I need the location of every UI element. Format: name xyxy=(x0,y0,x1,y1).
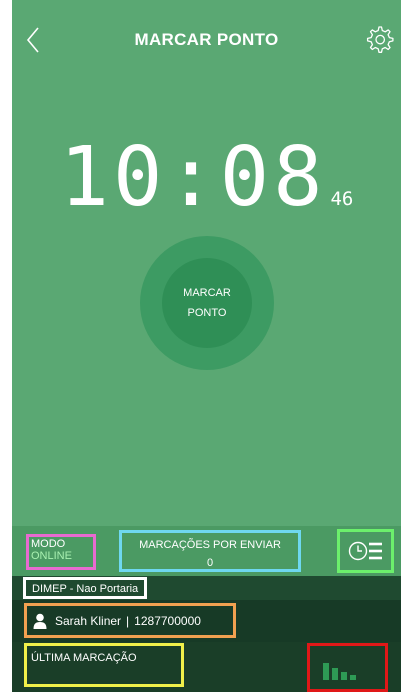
user-id: 1287700000 xyxy=(134,613,201,628)
last-punch-label: ÚLTIMA MARCAÇÃO xyxy=(31,652,137,664)
mode-label: MODO xyxy=(31,538,66,550)
clock-hours-minutes: 10:08 xyxy=(59,130,327,225)
history-button[interactable] xyxy=(337,529,394,573)
punch-button-label-line2: PONTO xyxy=(187,307,227,319)
digital-clock: 10:08 46 xyxy=(12,130,401,225)
header-bar: MARCAR PONTO xyxy=(12,0,401,72)
pending-label: MARCAÇÕES POR ENVIAR xyxy=(139,539,281,551)
user-name: Sarah Kliner xyxy=(55,613,122,628)
device-name: DIMEP - Nao Portaria xyxy=(23,577,148,599)
signal-indicator xyxy=(307,643,388,692)
user-info: Sarah Kliner | 1287700000 xyxy=(24,603,236,638)
last-punch: ÚLTIMA MARCAÇÃO xyxy=(24,643,184,687)
user-separator: | xyxy=(126,613,130,628)
mode-indicator: MODO ONLINE xyxy=(26,534,96,570)
punch-button[interactable]: MARCAR PONTO xyxy=(162,258,252,348)
pending-punches: MARCAÇÕES POR ENVIAR 0 xyxy=(119,530,301,572)
pending-count: 0 xyxy=(206,557,214,569)
app-screen: MARCAR PONTO 10:08 46 MARCAR PONTO MODO O… xyxy=(12,0,401,692)
clock-list-icon xyxy=(348,541,382,561)
mode-value: ONLINE xyxy=(31,550,72,562)
clock-seconds: 46 xyxy=(330,188,354,210)
person-icon xyxy=(33,613,47,629)
page-title: MARCAR PONTO xyxy=(134,30,279,49)
gear-icon[interactable] xyxy=(364,24,394,54)
punch-button-label-line1: MARCAR xyxy=(183,287,231,299)
signal-bars-icon xyxy=(323,663,356,680)
